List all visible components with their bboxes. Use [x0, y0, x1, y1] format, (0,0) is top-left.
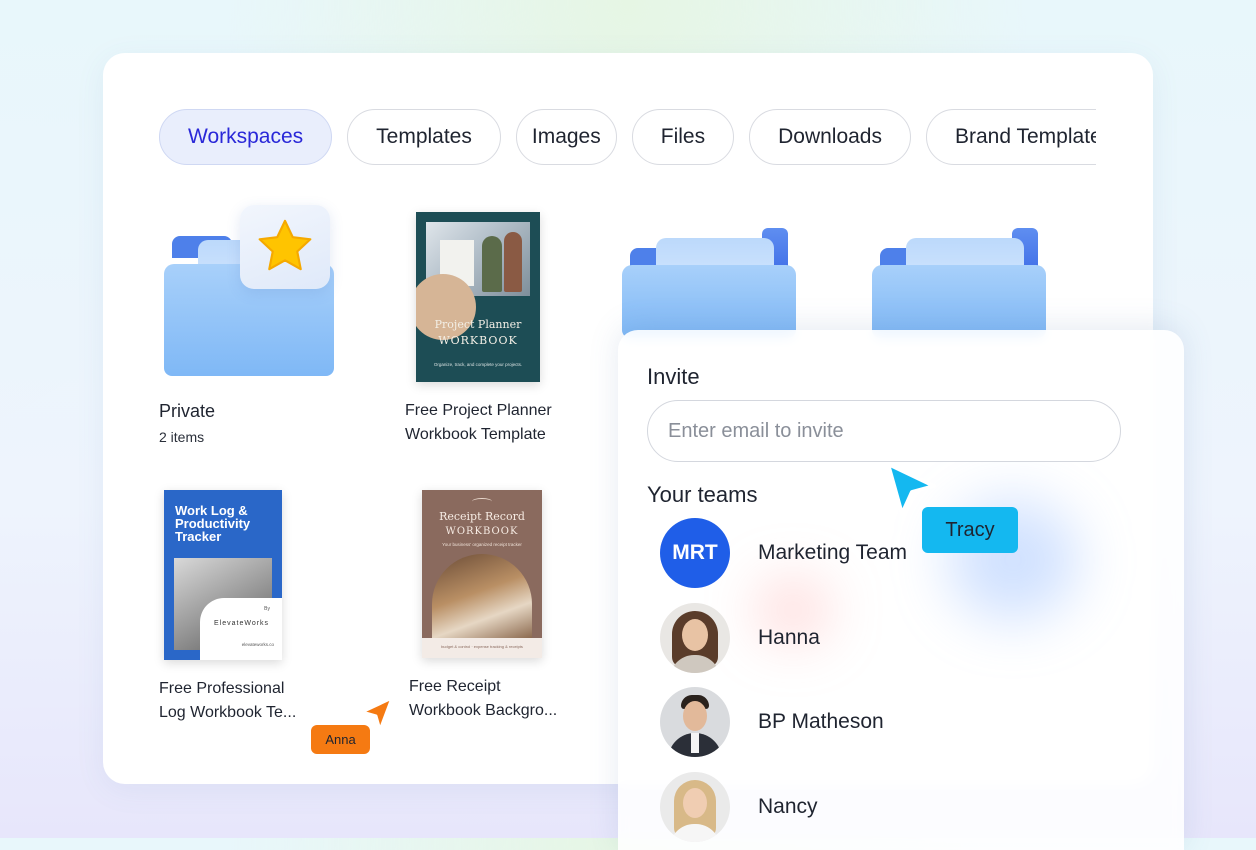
work-log-name-line2: Log Workbook Te... [159, 704, 297, 721]
receipt-thumbnail[interactable]: Receipt Record WORKBOOK Your business' o… [422, 490, 542, 658]
project-planner-thumbnail[interactable]: Project Planner WORKBOOK Organize, track… [416, 212, 540, 382]
private-folder-title[interactable]: Private [159, 399, 215, 423]
receipt-name-line2: Workbook Backgro... [409, 702, 558, 719]
avatar-collar-shape [691, 733, 699, 753]
team-row-bp-matheson[interactable]: BP Matheson [660, 687, 884, 757]
project-planner-name-line1: Free Project Planner [405, 402, 552, 419]
work-log-brand: ElevateWorks [214, 620, 270, 627]
folder-front-shape [622, 265, 796, 338]
receipt-footer-band: budget & control · expense tracking & re… [422, 638, 542, 658]
avatar-face-shape [683, 788, 707, 818]
receipt-thumb-title-1: Receipt Record [439, 510, 525, 523]
team-name: Marketing Team [758, 541, 908, 564]
planner-thumb-title-1: Project Planner [434, 318, 522, 331]
avatar [660, 772, 730, 842]
avatar-face-shape [683, 701, 707, 731]
tab-files[interactable]: Files [631, 109, 735, 165]
avatar: MRT [660, 518, 730, 588]
work-log-site: elevateworks.co [241, 642, 274, 647]
work-log-thumb-title: Work Log & Productivity Tracker [175, 503, 251, 544]
receipt-name[interactable]: Free Receipt Workbook Backgro... [409, 675, 589, 723]
team-name: BP Matheson [758, 710, 884, 733]
project-planner-name-line2: Workbook Template [405, 426, 546, 443]
tab-downloads[interactable]: Downloads [749, 109, 911, 165]
teams-title: Your teams [647, 482, 758, 507]
team-row-hanna[interactable]: Hanna [660, 603, 820, 673]
private-folder-count: 2 items [159, 429, 205, 445]
cursor-label-text: Anna [325, 732, 356, 747]
receipt-name-line1: Free Receipt [409, 678, 501, 695]
avatar [660, 603, 730, 673]
tab-images[interactable]: Images [515, 109, 617, 165]
team-row-marketing[interactable]: MRT Marketing Team [660, 518, 907, 588]
work-log-name[interactable]: Free Professional Log Workbook Te... [159, 677, 339, 725]
avatar-initials: MRT [672, 541, 718, 564]
cursor-label-text: Tracy [945, 518, 995, 541]
avatar [660, 687, 730, 757]
cursor-label-tracy: Tracy [922, 507, 1018, 553]
folder-icon[interactable] [872, 228, 1046, 338]
planner-photo-person [482, 236, 502, 292]
favorite-badge [240, 205, 330, 289]
receipt-thumb-caption: Your business' organized receipt tracker [442, 542, 522, 547]
folder-icon[interactable] [622, 228, 796, 338]
cursor-label-anna: Anna [311, 725, 370, 754]
receipt-thumb-footer: budget & control · expense tracking & re… [441, 644, 523, 649]
team-name: Hanna [758, 626, 820, 649]
star-icon [258, 219, 312, 271]
invite-panel: Invite Your teams MRT Marketing Team Han… [618, 330, 1184, 850]
planner-thumb-caption: Organize, track, and complete your proje… [433, 362, 523, 367]
invite-title: Invite [647, 364, 700, 389]
work-log-white-panel: By ElevateWorks elevateworks.co [200, 598, 282, 660]
work-log-thumbnail[interactable]: Work Log & Productivity Tracker By Eleva… [164, 490, 282, 660]
category-tabs: Workspaces Templates Images Files Downlo… [159, 109, 1096, 169]
tab-workspaces[interactable]: Workspaces [159, 109, 333, 165]
folder-front-shape [872, 265, 1046, 338]
receipt-ornament [472, 498, 492, 505]
tab-templates[interactable]: Templates [347, 109, 501, 165]
receipt-thumb-title-2: WORKBOOK [445, 526, 519, 537]
team-name: Nancy [758, 795, 818, 818]
work-log-by: By [264, 606, 270, 612]
work-log-name-line1: Free Professional [159, 680, 285, 697]
invite-email-input[interactable] [647, 400, 1121, 462]
team-row-nancy[interactable]: Nancy [660, 772, 818, 842]
project-planner-name[interactable]: Free Project Planner Workbook Template [405, 399, 585, 447]
planner-photo-person [504, 232, 522, 292]
planner-thumb-title-2: WORKBOOK [438, 334, 518, 347]
avatar-face-shape [682, 619, 708, 651]
tab-brand-templates[interactable]: Brand Templates [926, 109, 1096, 165]
receipt-photo [432, 554, 532, 638]
